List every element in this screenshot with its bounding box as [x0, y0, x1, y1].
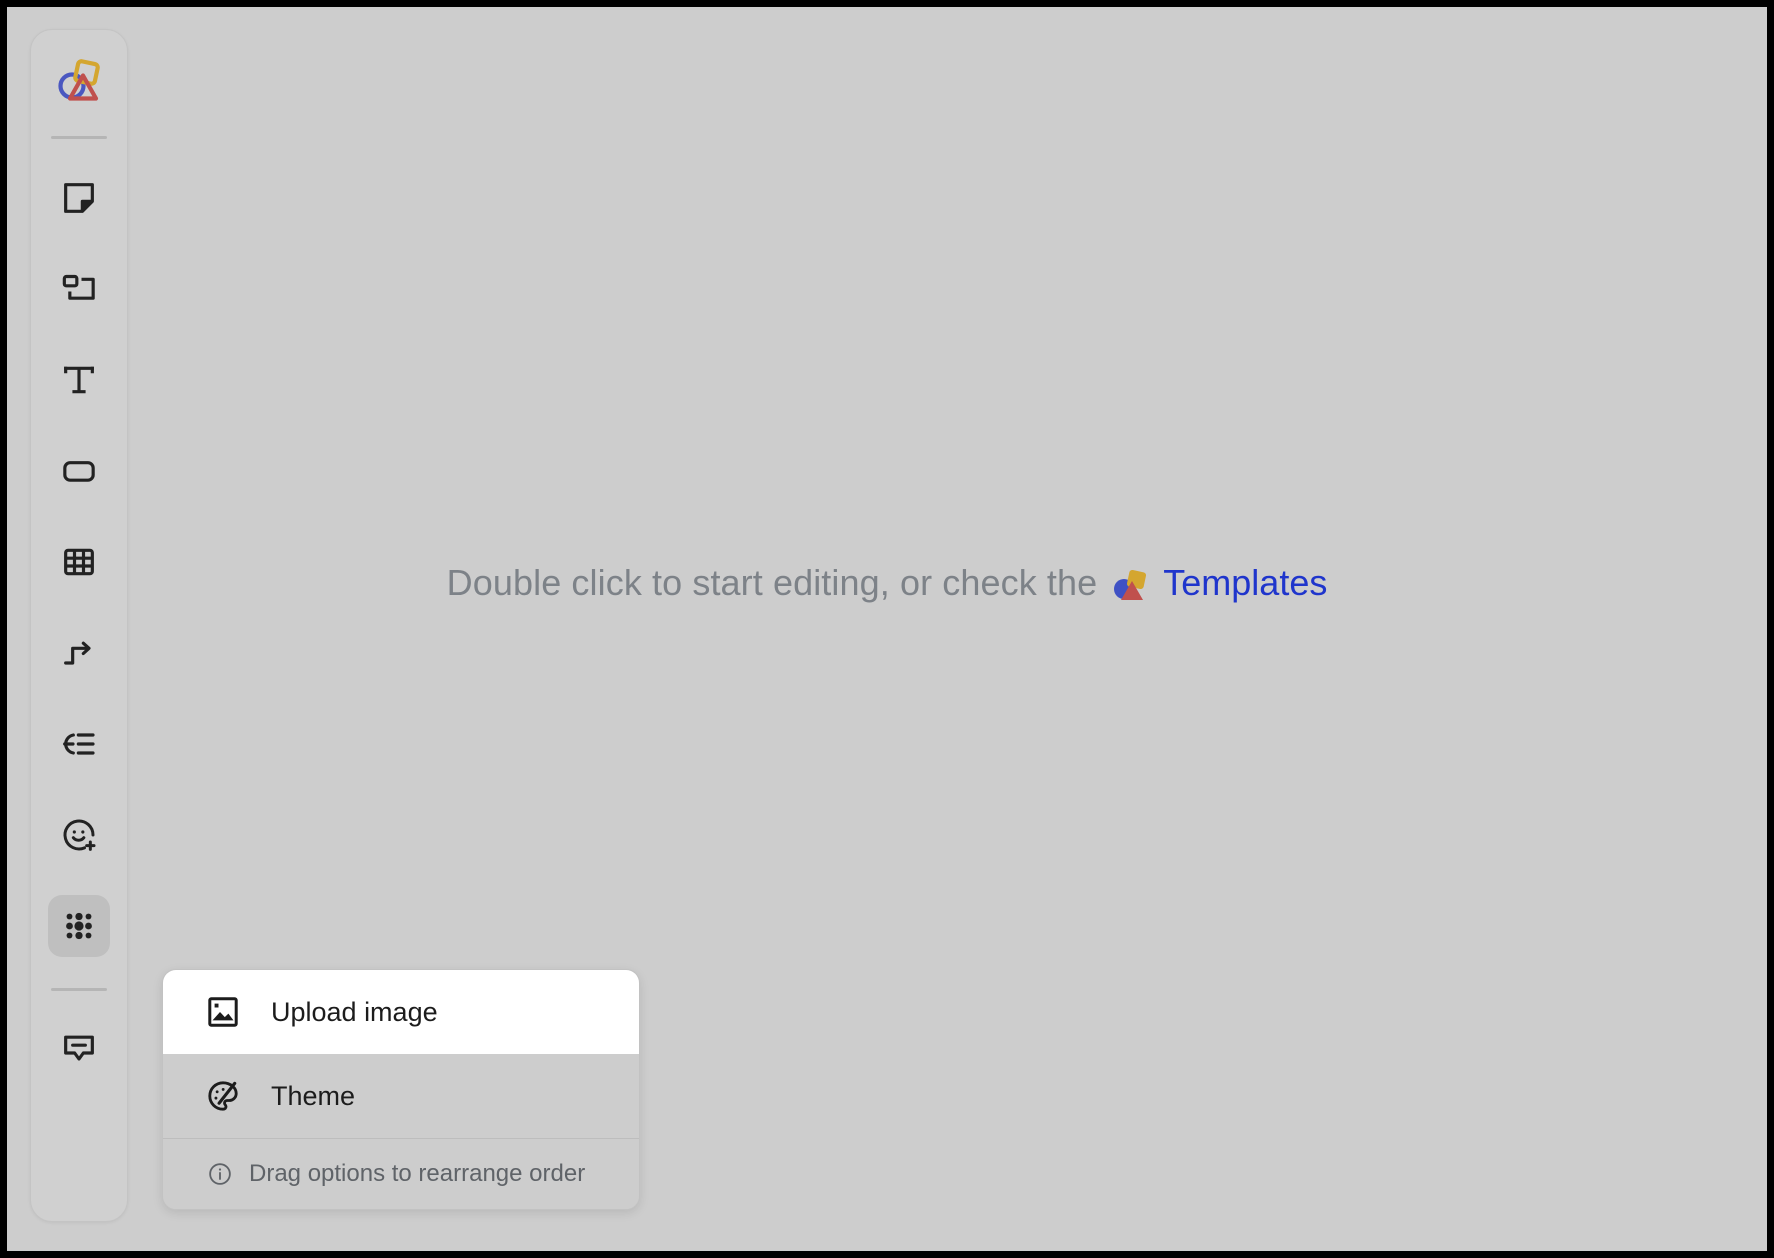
app-window: Double click to start editing, or check … [0, 0, 1774, 1258]
options-popup-menu: Upload image Theme Drag options to rearr… [162, 969, 640, 1210]
text-icon [59, 360, 99, 400]
sidebar-item-comment[interactable] [48, 1017, 110, 1079]
mindmap-icon [59, 724, 99, 764]
menu-item-upload-image[interactable]: Upload image [163, 970, 639, 1054]
menu-item-label: Theme [271, 1080, 356, 1111]
palette-icon [205, 1078, 241, 1114]
dots-grid-icon [60, 907, 98, 945]
menu-item-theme[interactable]: Theme [163, 1054, 639, 1138]
canvas-hint-text: Double click to start editing, or check … [446, 562, 1098, 603]
emoji-plus-icon [59, 815, 99, 855]
canvas-empty-hint: Double click to start editing, or check … [7, 562, 1767, 604]
info-circle-icon [207, 1161, 233, 1187]
popup-footer-text: Drag options to rearrange order [249, 1160, 586, 1187]
menu-item-label: Upload image [271, 996, 438, 1027]
toolbar-divider-top [51, 136, 107, 139]
comment-bubble-icon [59, 1028, 99, 1068]
sidebar-item-shape[interactable] [48, 440, 110, 502]
popup-footer-hint: Drag options to rearrange order [163, 1139, 639, 1209]
sidebar-item-sticky-note[interactable] [48, 167, 110, 229]
sidebar-item-mindmap[interactable] [48, 713, 110, 775]
sidebar-item-frame[interactable] [48, 258, 110, 320]
sidebar-item-table[interactable] [48, 531, 110, 593]
frame-icon [59, 269, 99, 309]
sidebar-item-connector[interactable] [48, 622, 110, 684]
sidebar-item-more-options[interactable] [48, 895, 110, 957]
app-logo[interactable] [52, 56, 106, 110]
image-icon [205, 994, 241, 1030]
toolbar-divider-bottom [51, 988, 107, 991]
sidebar-item-reaction[interactable] [48, 804, 110, 866]
rounded-rect-icon [59, 451, 99, 491]
sticky-note-icon [59, 178, 99, 218]
templates-logo-icon [1109, 566, 1151, 608]
templates-link[interactable]: Templates [1163, 562, 1327, 604]
connector-arrow-icon [59, 633, 99, 673]
sidebar-item-text[interactable] [48, 349, 110, 411]
left-toolbar [30, 29, 128, 1222]
table-grid-icon [59, 542, 99, 582]
